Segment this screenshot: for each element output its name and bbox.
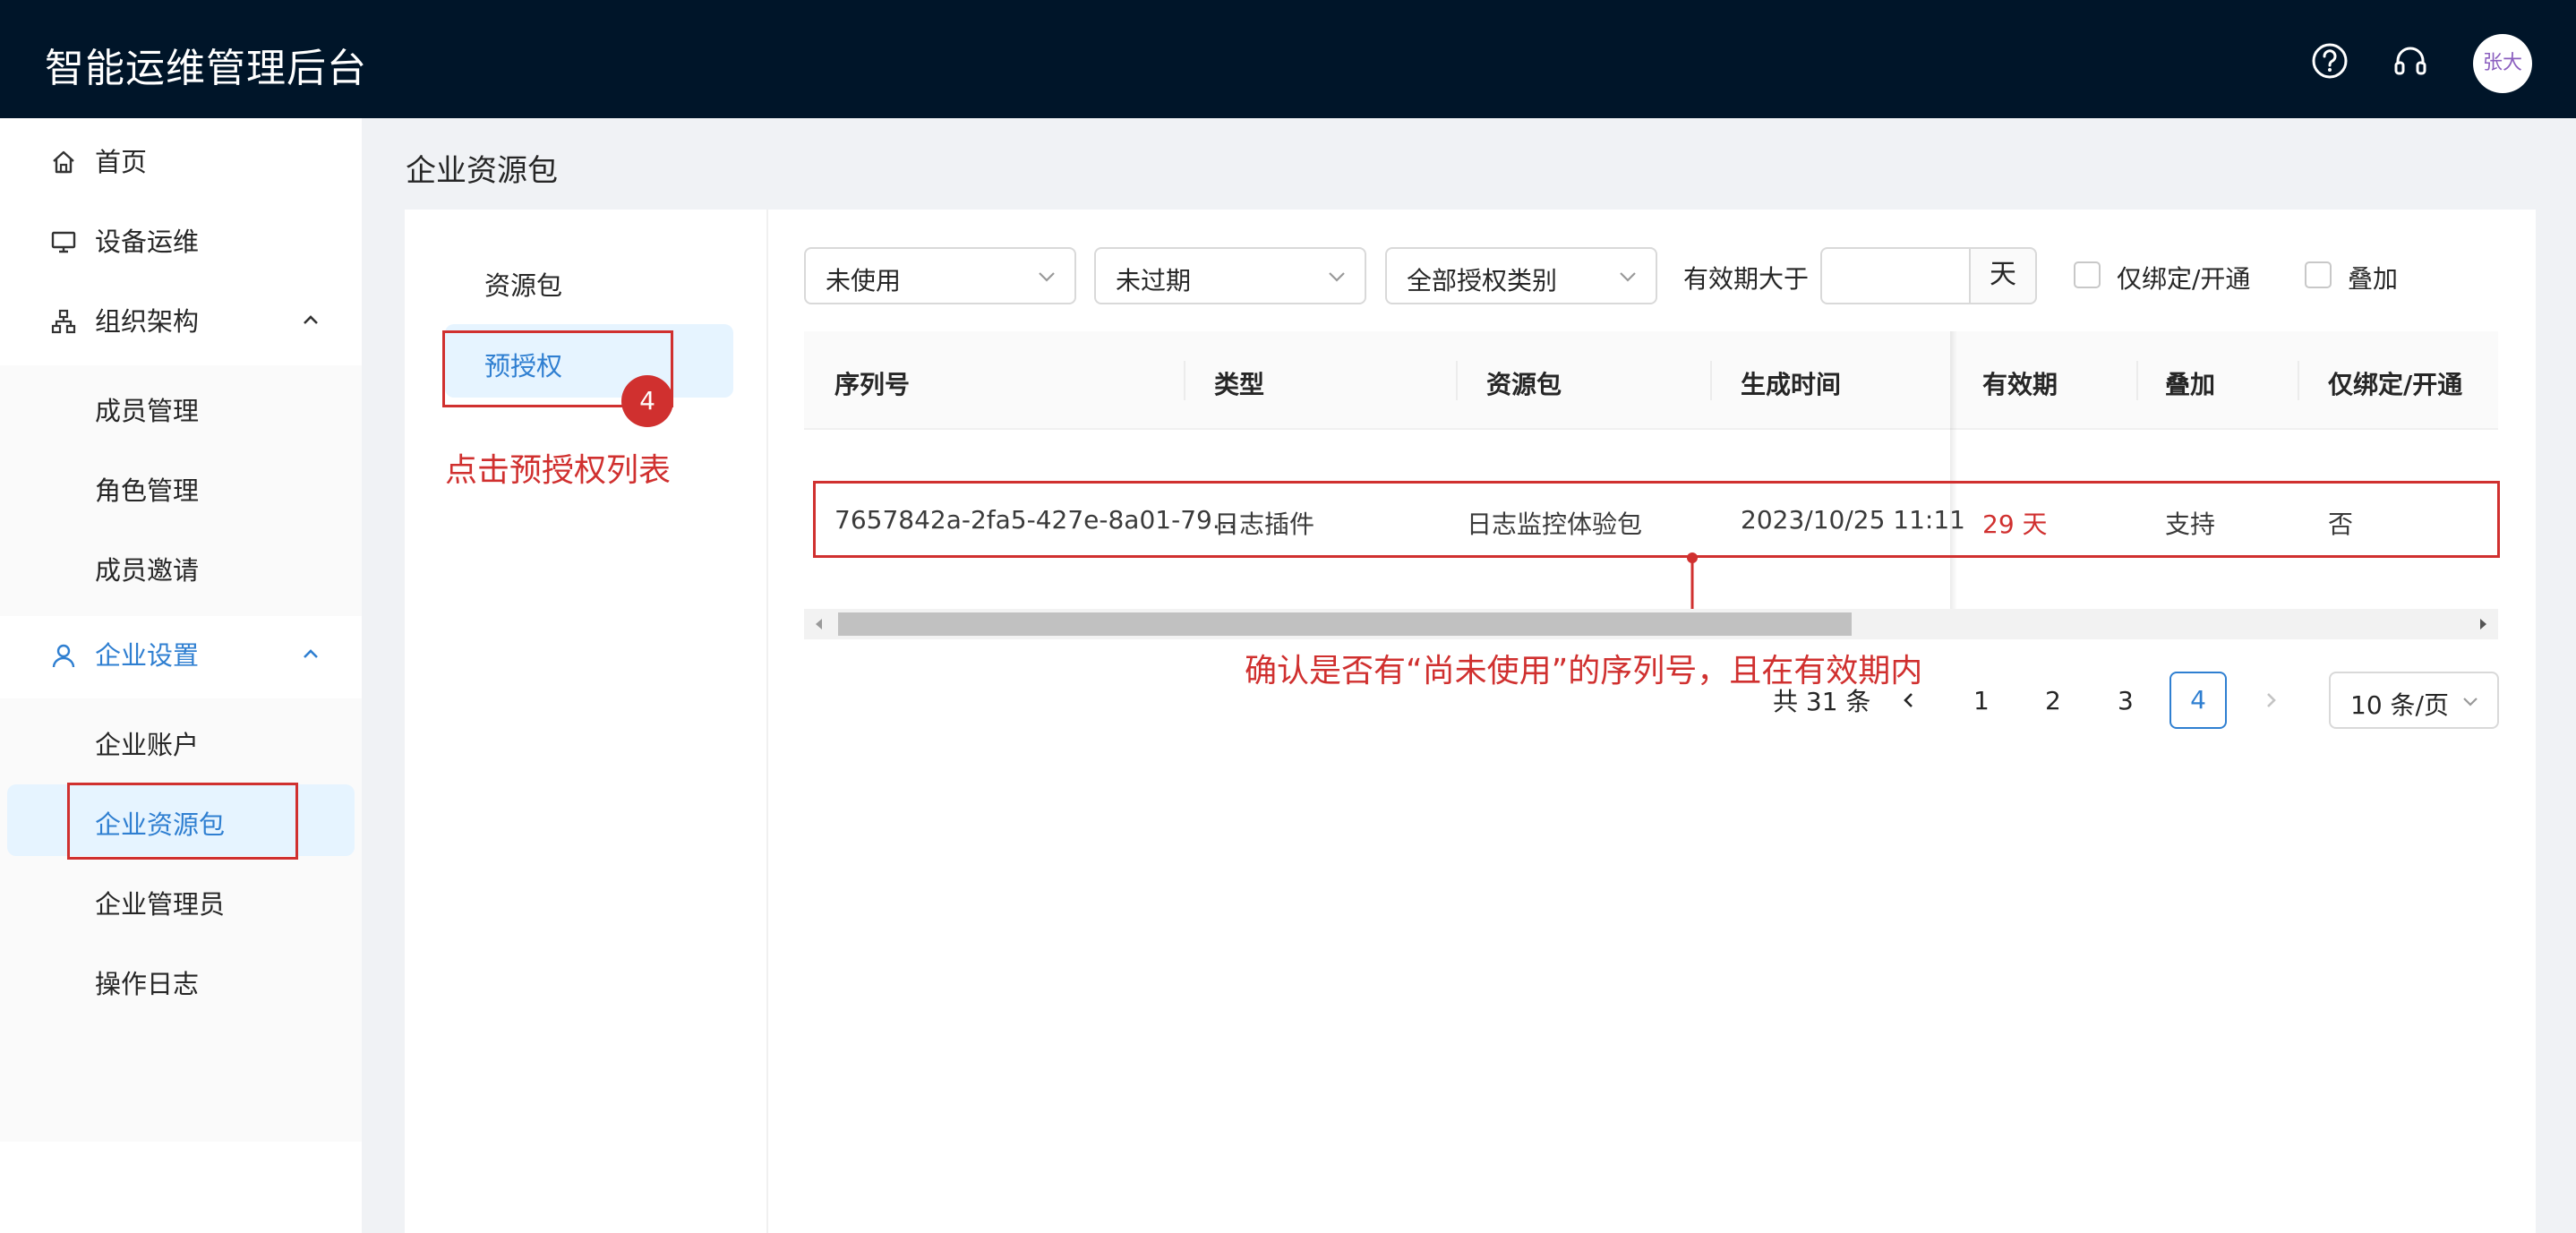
user-icon: [52, 644, 75, 668]
validity-unit-addon: 天: [1969, 247, 2037, 304]
monitor-icon: [51, 231, 76, 253]
page-title: 企业资源包: [406, 153, 558, 189]
sidebar-item-home[interactable]: 首页: [0, 125, 362, 197]
expiry-status-select[interactable]: 未过期: [1094, 247, 1366, 304]
page-1[interactable]: 1: [1973, 686, 1990, 715]
sidebar-item-label: 成员邀请: [95, 555, 200, 586]
validity-label: 有效期大于: [1683, 264, 1810, 294]
next-page-icon[interactable]: [2260, 689, 2281, 711]
chevron-up-icon: [304, 649, 318, 658]
page-size-select[interactable]: 10 条/页: [2329, 672, 2499, 729]
page-2[interactable]: 2: [2045, 686, 2061, 715]
col-bind-only: 仅绑定/开通: [2328, 370, 2463, 399]
sidebar-item-label: 企业设置: [95, 640, 200, 671]
col-serial: 序列号: [834, 370, 911, 399]
sidebar-item-device-ops[interactable]: 设备运维: [0, 205, 362, 277]
sidebar-item-label: 角色管理: [95, 475, 200, 506]
table-header: [804, 331, 2498, 430]
prev-page-icon[interactable]: [1898, 689, 1920, 711]
column-divider: [2298, 361, 2299, 400]
sidebar-item-members[interactable]: 成员管理: [0, 371, 362, 442]
callout-connector: [1687, 552, 1698, 614]
tab-label: 资源包: [484, 270, 563, 301]
sidebar-item-roles[interactable]: 角色管理: [0, 450, 362, 522]
sidebar: 首页 设备运维 组织架构 成员管理 角色管理 成员邀请 企业设置 企业账户 企业…: [0, 118, 362, 1233]
sidebar-item-label: 设备运维: [95, 227, 200, 257]
col-created: 生成时间: [1741, 370, 1842, 399]
select-value: 10 条/页: [2350, 690, 2449, 720]
sidebar-item-label: 成员管理: [95, 396, 200, 426]
sidebar-highlight-box: [67, 783, 298, 860]
stack-checkbox[interactable]: [2305, 261, 2332, 288]
chevron-up-icon: [304, 315, 318, 324]
column-divider: [1710, 361, 1712, 400]
user-avatar[interactable]: 张大: [2473, 34, 2532, 93]
sidebar-item-enterprise-account[interactable]: 企业账户: [0, 705, 362, 776]
tab-resource-packages[interactable]: 资源包: [445, 244, 733, 317]
app-title: 智能运维管理后台: [45, 46, 367, 91]
select-value: 全部授权类别: [1407, 266, 1558, 295]
sidebar-item-org[interactable]: 组织架构: [0, 285, 362, 356]
sidebar-item-label: 操作日志: [95, 969, 200, 999]
col-type: 类型: [1214, 370, 1265, 399]
sidebar-item-enterprise-admins[interactable]: 企业管理员: [0, 864, 362, 936]
sidebar-item-operation-logs[interactable]: 操作日志: [0, 944, 362, 1015]
sidebar-item-invite[interactable]: 成员邀请: [0, 530, 362, 602]
sidebar-item-label: 企业管理员: [95, 889, 226, 920]
scroll-left-icon[interactable]: [811, 616, 827, 632]
chevron-down-icon: [2463, 698, 2478, 706]
validity-days-input[interactable]: [1820, 247, 1971, 304]
column-divider: [1184, 361, 1185, 400]
select-value: 未使用: [826, 266, 902, 295]
column-divider: [2136, 361, 2138, 400]
auth-type-select[interactable]: 全部授权类别: [1385, 247, 1657, 304]
col-package: 资源包: [1486, 370, 1562, 399]
scrollbar-thumb[interactable]: [838, 612, 1852, 636]
stack-label: 叠加: [2348, 264, 2399, 294]
sidebar-item-label: 企业账户: [95, 730, 200, 760]
row-highlight-box: [813, 481, 2500, 558]
chevron-down-icon: [1620, 272, 1636, 282]
bind-only-checkbox[interactable]: [2074, 261, 2101, 288]
sidebar-item-label: 首页: [95, 147, 148, 177]
scroll-right-icon[interactable]: [2475, 616, 2491, 632]
chevron-down-icon: [1039, 272, 1055, 282]
sidebar-item-label: 组织架构: [95, 306, 200, 337]
pagination-total: 共 31 条: [1773, 687, 1871, 716]
fixed-column-shadow: [1950, 331, 1957, 609]
chevron-down-icon: [1329, 272, 1345, 282]
page-4-current[interactable]: 4: [2169, 672, 2227, 729]
usage-status-select[interactable]: 未使用: [804, 247, 1076, 304]
column-divider: [1456, 361, 1458, 400]
col-validity: 有效期: [1982, 370, 2058, 399]
tab-annotation: 点击预授权列表: [445, 452, 672, 489]
help-icon[interactable]: [2310, 41, 2349, 81]
page-3[interactable]: 3: [2118, 686, 2134, 715]
step-badge: 4: [621, 375, 673, 427]
select-value: 未过期: [1116, 266, 1192, 295]
top-header: 智能运维管理后台 张大: [0, 0, 2576, 118]
headset-icon[interactable]: [2391, 41, 2430, 81]
org-chart-icon: [51, 309, 76, 334]
col-stackable: 叠加: [2165, 370, 2216, 399]
panel-divider: [766, 210, 768, 1233]
bind-only-label: 仅绑定/开通: [2117, 264, 2251, 294]
home-icon: [53, 150, 74, 174]
sidebar-item-enterprise-settings[interactable]: 企业设置: [0, 619, 362, 690]
